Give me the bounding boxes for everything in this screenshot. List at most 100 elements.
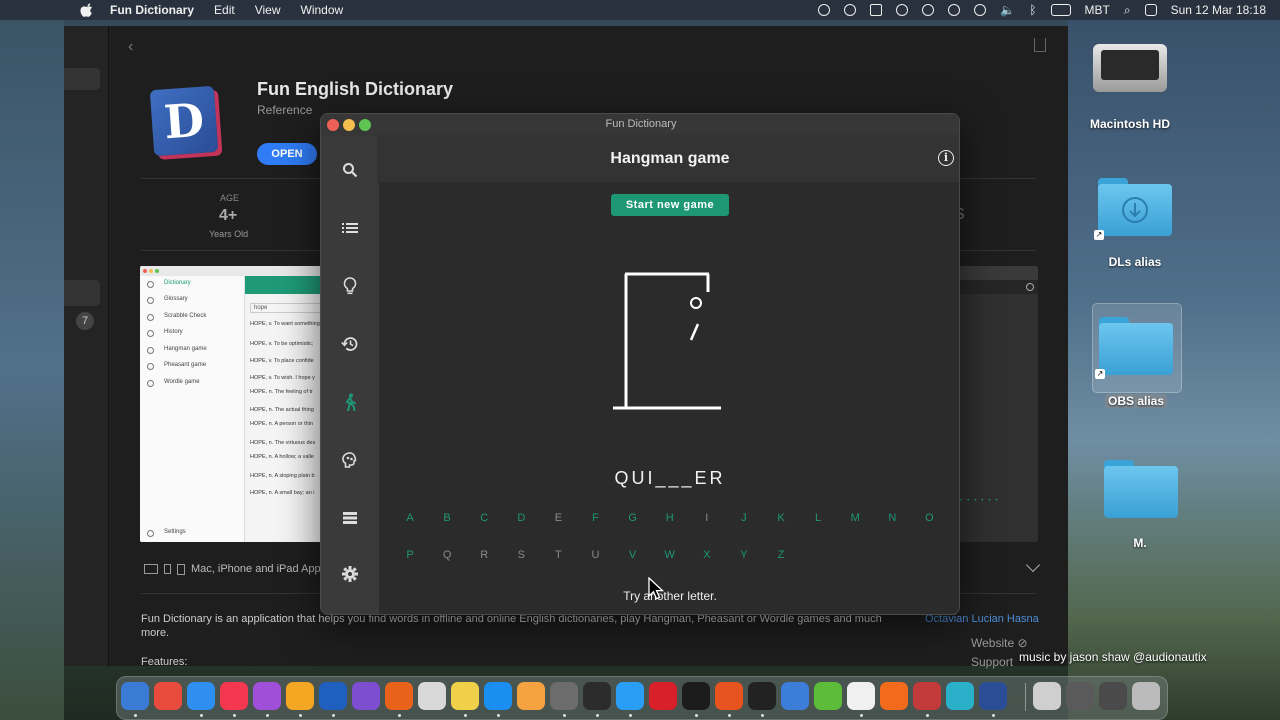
window-titlebar[interactable]: Fun Dictionary (321, 114, 959, 137)
menu-view[interactable]: View (255, 3, 281, 17)
dock-safari-icon[interactable] (187, 682, 215, 710)
share-icon[interactable] (1034, 38, 1046, 52)
dock-opera-icon[interactable] (649, 682, 677, 710)
dock-music-icon[interactable] (220, 682, 248, 710)
macintosh-hd-icon[interactable] (1093, 44, 1167, 92)
dock-preview-icon[interactable] (946, 682, 974, 710)
letter-key-g[interactable]: G (624, 512, 642, 524)
input-source[interactable]: MBT (1085, 3, 1110, 17)
status-icon-6[interactable] (948, 4, 961, 16)
desktop-icon-label[interactable]: OBS alias (1086, 394, 1186, 408)
letter-key-j[interactable]: J (735, 512, 753, 524)
dock-folder-icon[interactable] (1066, 682, 1094, 710)
open-button[interactable]: OPEN (257, 143, 317, 165)
dock-system-preferences-icon[interactable] (550, 682, 578, 710)
website-link[interactable]: Website ⊘ (971, 636, 1028, 650)
nav-history[interactable] (336, 330, 364, 358)
support-link[interactable]: Support (971, 655, 1013, 669)
dock-pheasant-icon[interactable] (913, 682, 941, 710)
dock-trash-icon[interactable] (1132, 682, 1160, 710)
dock-folder-icon[interactable] (1099, 682, 1127, 710)
dls-alias-folder-icon[interactable]: ↗ (1094, 178, 1172, 240)
nav-glossary[interactable] (336, 214, 364, 242)
nav-scrabble-check[interactable] (336, 272, 364, 300)
nav-wordle-game[interactable] (336, 504, 364, 532)
volume-icon[interactable]: 🔈 (1000, 3, 1015, 17)
nav-hangman-game[interactable] (336, 388, 364, 416)
letter-key-d[interactable]: D (512, 512, 530, 524)
menu-datetime[interactable]: Sun 12 Mar 18:18 (1171, 3, 1266, 17)
desktop-icon-label[interactable]: Macintosh HD (1080, 117, 1180, 131)
menu-app-name[interactable]: Fun Dictionary (110, 3, 194, 17)
info-icon[interactable]: i (938, 150, 954, 166)
dock-calendar-icon[interactable] (847, 682, 875, 710)
letter-key-n[interactable]: N (883, 512, 901, 524)
back-chevron-icon[interactable]: ‹ (128, 38, 133, 56)
app-screenshot-preview-2[interactable]: •••••• (960, 266, 1038, 542)
letter-key-c[interactable]: C (475, 512, 493, 524)
letter-key-y[interactable]: Y (735, 549, 753, 561)
spotlight-icon[interactable]: ⌕ (1124, 3, 1131, 18)
brightness-icon[interactable] (896, 4, 909, 16)
nav-pheasant-game[interactable] (336, 446, 364, 474)
menu-edit[interactable]: Edit (214, 3, 235, 17)
store-sidebar-item[interactable] (64, 280, 100, 306)
desktop-icon-label[interactable]: DLs alias (1085, 255, 1185, 269)
letter-key-o[interactable]: O (920, 512, 938, 524)
control-center-icon[interactable] (1144, 4, 1157, 16)
store-sidebar-item[interactable] (64, 68, 100, 90)
dock-edge-icon[interactable] (616, 682, 644, 710)
app-category[interactable]: Reference (257, 103, 312, 117)
dock-podcasts-icon[interactable] (253, 682, 281, 710)
letter-key-w[interactable]: W (661, 549, 679, 561)
letter-key-h[interactable]: H (661, 512, 679, 524)
dock-launchpad-icon[interactable] (154, 682, 182, 710)
chevron-down-icon[interactable] (1025, 557, 1041, 573)
letter-key-p[interactable]: P (401, 549, 419, 561)
letter-key-f[interactable]: F (587, 512, 605, 524)
menu-window[interactable]: Window (301, 3, 344, 17)
letter-key-x[interactable]: X (698, 549, 716, 561)
desktop-icon-label[interactable]: M. (1090, 536, 1190, 550)
nav-settings[interactable] (336, 560, 364, 588)
letter-key-a[interactable]: A (401, 512, 419, 524)
dock-keynote-icon[interactable] (781, 682, 809, 710)
dock-textedit-icon[interactable] (418, 682, 446, 710)
obs-alias-folder-icon[interactable]: ↗ (1095, 317, 1173, 379)
dock-obs-icon[interactable] (583, 682, 611, 710)
letter-key-k[interactable]: K (772, 512, 790, 524)
start-new-game-button[interactable]: Start new game (611, 194, 729, 216)
nav-dictionary[interactable] (336, 156, 364, 184)
letter-key-b[interactable]: B (438, 512, 456, 524)
letter-key-l[interactable]: L (809, 512, 827, 524)
dock-finder-icon[interactable] (121, 682, 149, 710)
clock-icon[interactable] (974, 4, 987, 16)
letter-key-m[interactable]: M (846, 512, 864, 524)
letter-key-v[interactable]: V (624, 549, 642, 561)
apple-menu-icon[interactable] (80, 3, 94, 17)
m-folder-icon[interactable] (1104, 460, 1178, 518)
dock-folder-icon[interactable] (1033, 682, 1061, 710)
dock-firefox-icon[interactable] (385, 682, 413, 710)
dock-powerpoint-icon[interactable] (715, 682, 743, 710)
status-icon-3[interactable] (870, 4, 883, 16)
battery-icon[interactable] (1050, 4, 1071, 16)
dock-books-icon[interactable] (517, 682, 545, 710)
dock-notes-icon[interactable] (451, 682, 479, 710)
dock-photos-icon[interactable] (286, 682, 314, 710)
dock-screenshot-icon[interactable] (352, 682, 380, 710)
dock-sublime-icon[interactable] (880, 682, 908, 710)
status-icon-5[interactable] (922, 4, 935, 16)
bluetooth-icon[interactable]: ᛒ (1029, 3, 1036, 17)
dock-nvidia-icon[interactable] (814, 682, 842, 710)
dock-word-icon[interactable] (319, 682, 347, 710)
dock-terminal-icon[interactable] (748, 682, 776, 710)
dock-app-store-icon[interactable] (484, 682, 512, 710)
letter-key-z[interactable]: Z (772, 549, 790, 561)
dock-activity-monitor-icon[interactable] (682, 682, 710, 710)
status-icon-2[interactable] (844, 4, 857, 16)
dock-fun-dictionary-icon[interactable] (979, 682, 1007, 710)
fun-dictionary-window: Fun Dictionary Hangman game i Start new … (320, 113, 960, 615)
status-icon-1[interactable] (818, 4, 831, 16)
app-screenshot-preview[interactable]: Dictionary Glossary Scrabble Check Histo… (140, 266, 322, 542)
